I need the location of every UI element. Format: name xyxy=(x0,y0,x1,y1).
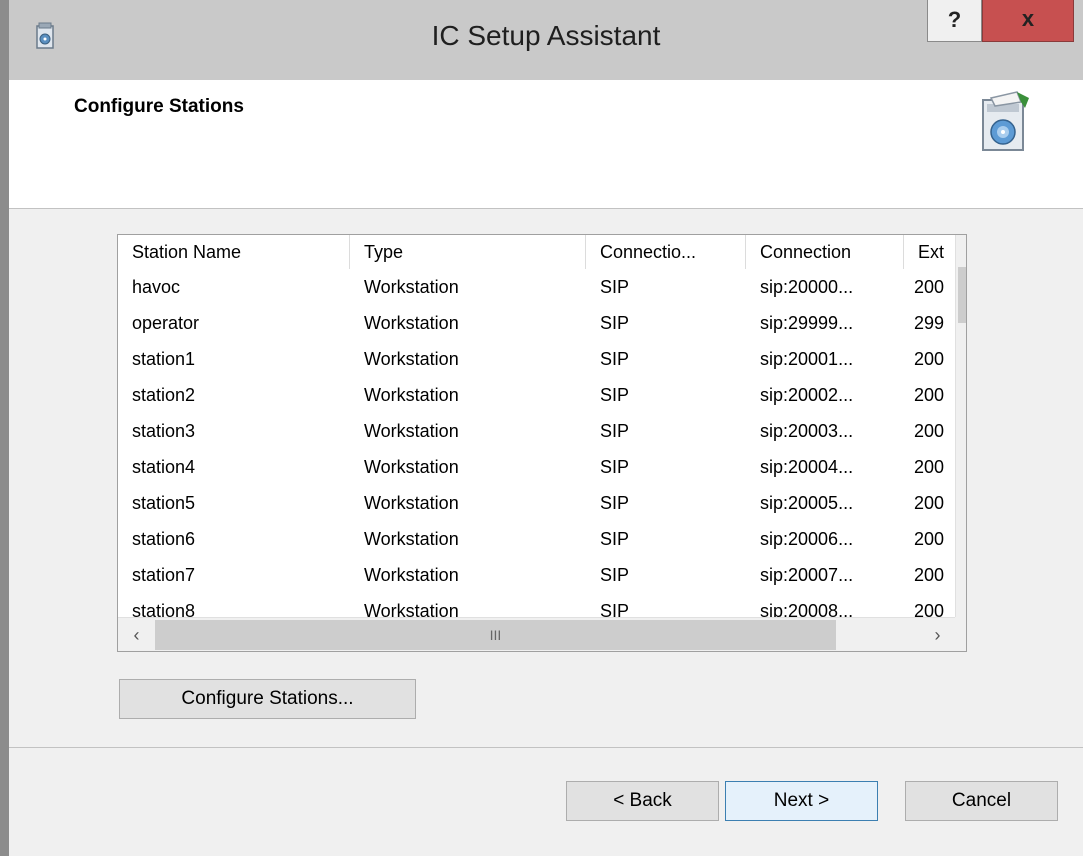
configure-stations-button[interactable]: Configure Stations... xyxy=(119,679,416,719)
scroll-down-icon[interactable]: ∨ xyxy=(956,585,966,617)
cancel-button[interactable]: Cancel xyxy=(905,781,1058,821)
cell-connection: sip:20001... xyxy=(760,349,854,369)
cell-connection-type: SIP xyxy=(600,349,630,369)
cell-type: Workstation xyxy=(364,457,459,477)
cell-type: Workstation xyxy=(364,349,459,369)
cell-station-name: station7 xyxy=(132,565,196,585)
column-extension[interactable]: Ext xyxy=(904,235,956,269)
cell-extension: 200 xyxy=(914,529,945,549)
table-row[interactable]: havoc Workstation SIP sip:20000... 200 xyxy=(118,269,956,305)
list-header: Station Name Type Connectio... Connectio… xyxy=(118,235,956,269)
title-bar[interactable]: IC Setup Assistant ? x xyxy=(9,0,1083,80)
scroll-left-icon[interactable]: ‹ xyxy=(118,618,155,651)
cell-connection: sip:20002... xyxy=(760,385,854,405)
column-connection[interactable]: Connection xyxy=(746,235,904,269)
cell-extension: 200 xyxy=(914,457,945,477)
cell-extension: 299 xyxy=(914,313,945,333)
cell-connection: sip:29999... xyxy=(760,313,854,333)
vertical-scroll-thumb[interactable]: ≡ xyxy=(958,267,966,323)
cell-type: Workstation xyxy=(364,565,459,585)
column-station-name[interactable]: Station Name xyxy=(118,235,350,269)
table-row[interactable]: station6 Workstation SIP sip:20006... 20… xyxy=(118,521,956,557)
column-type[interactable]: Type xyxy=(350,235,586,269)
stations-list[interactable]: Station Name Type Connectio... Connectio… xyxy=(117,234,967,652)
cell-connection-type: SIP xyxy=(600,385,630,405)
cell-station-name: station6 xyxy=(132,529,196,549)
cell-extension: 200 xyxy=(914,421,945,441)
close-button[interactable]: x xyxy=(982,0,1074,42)
cell-connection-type: SIP xyxy=(600,277,630,297)
cell-connection-type: SIP xyxy=(600,421,630,441)
cell-extension: 200 xyxy=(914,493,945,513)
wizard-header: Configure Stations xyxy=(9,80,1083,209)
cell-connection-type: SIP xyxy=(600,565,630,585)
wizard-footer: < Back Next > Cancel xyxy=(9,748,1083,856)
cell-connection: sip:20005... xyxy=(760,493,854,513)
cell-station-name: station4 xyxy=(132,457,196,477)
table-row[interactable]: station4 Workstation SIP sip:20004... 20… xyxy=(118,449,956,485)
window-title: IC Setup Assistant xyxy=(431,20,661,51)
help-button[interactable]: ? xyxy=(927,0,982,42)
cell-connection-type: SIP xyxy=(600,457,630,477)
cell-type: Workstation xyxy=(364,493,459,513)
cell-station-name: station2 xyxy=(132,385,196,405)
cell-type: Workstation xyxy=(364,385,459,405)
cell-connection: sip:20000... xyxy=(760,277,854,297)
cell-connection-type: SIP xyxy=(600,313,630,333)
next-button[interactable]: Next > xyxy=(725,781,878,821)
cell-station-name: havoc xyxy=(132,277,181,297)
scroll-up-icon[interactable]: ∧ xyxy=(956,235,966,267)
scrollbar-corner xyxy=(955,617,966,651)
cell-type: Workstation xyxy=(364,313,459,333)
cell-connection-type: SIP xyxy=(600,493,630,513)
column-connection-type[interactable]: Connectio... xyxy=(586,235,746,269)
horizontal-scrollbar[interactable]: ‹ III › xyxy=(118,617,956,651)
table-row[interactable]: station3 Workstation SIP sip:20003... 20… xyxy=(118,413,956,449)
horizontal-scroll-thumb[interactable]: III xyxy=(155,620,836,650)
cell-extension: 200 xyxy=(914,385,945,405)
cell-connection: sip:20003... xyxy=(760,421,854,441)
cell-connection: sip:20007... xyxy=(760,565,854,585)
page-title: Configure Stations xyxy=(74,96,244,117)
table-row[interactable]: station5 Workstation SIP sip:20005... 20… xyxy=(118,485,956,521)
table-row[interactable]: station1 Workstation SIP sip:20001... 20… xyxy=(118,341,956,377)
back-button[interactable]: < Back xyxy=(566,781,719,821)
table-row[interactable]: station7 Workstation SIP sip:20007... 20… xyxy=(118,557,956,593)
cell-station-name: station1 xyxy=(132,349,196,369)
table-row[interactable]: operator Workstation SIP sip:29999... 29… xyxy=(118,305,956,341)
scroll-right-icon[interactable]: › xyxy=(919,618,956,651)
cell-connection: sip:20004... xyxy=(760,457,854,477)
cell-station-name: station5 xyxy=(132,493,196,513)
cell-type: Workstation xyxy=(364,277,459,297)
cell-connection: sip:20006... xyxy=(760,529,854,549)
vertical-scrollbar[interactable]: ∧ ≡ ∨ xyxy=(955,235,966,617)
cell-extension: 200 xyxy=(914,565,945,585)
cell-station-name: operator xyxy=(132,313,200,333)
setup-assistant-window: IC Setup Assistant ? x Configure Station… xyxy=(0,0,1083,856)
cell-connection-type: SIP xyxy=(600,529,630,549)
wizard-content: Station Name Type Connectio... Connectio… xyxy=(9,209,1083,748)
cell-extension: 200 xyxy=(914,349,945,369)
cell-type: Workstation xyxy=(364,421,459,441)
cell-extension: 200 xyxy=(914,277,945,297)
cell-station-name: station3 xyxy=(132,421,196,441)
setup-package-icon xyxy=(982,91,1029,151)
cell-type: Workstation xyxy=(364,529,459,549)
table-row[interactable]: station2 Workstation SIP sip:20002... 20… xyxy=(118,377,956,413)
